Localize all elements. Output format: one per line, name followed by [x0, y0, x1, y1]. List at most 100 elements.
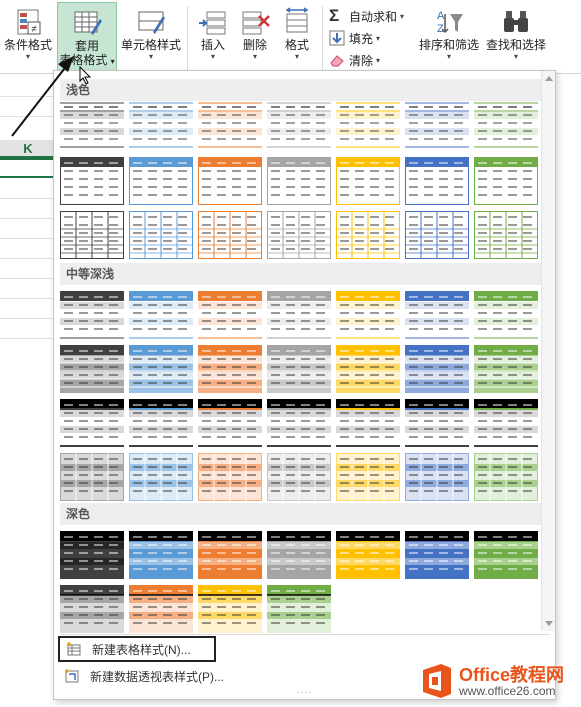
table-style-light-11[interactable] — [267, 157, 331, 205]
table-format-label-top: 套用 — [74, 39, 99, 53]
scroll-down-icon[interactable] — [545, 621, 553, 626]
chevron-down-icon: ▾ — [376, 33, 381, 43]
watermark-url: www.office26.com — [459, 684, 556, 698]
table-style-light-6[interactable] — [405, 101, 469, 149]
table-format-icon — [74, 11, 102, 35]
table-style-light-7[interactable] — [474, 101, 538, 149]
table-style-light-4[interactable] — [267, 101, 331, 149]
table-style-medium-8[interactable] — [60, 345, 124, 393]
table-style-medium-22[interactable] — [60, 453, 124, 501]
table-style-medium-25[interactable] — [267, 453, 331, 501]
table-style-dark-9[interactable] — [129, 585, 193, 633]
divider — [322, 6, 323, 70]
table-style-dark-3[interactable] — [198, 531, 262, 579]
conditional-format-icon: ≠ — [17, 9, 41, 35]
sort-filter-icon: A Z — [437, 10, 463, 35]
insert-cells-button[interactable]: 插入 ▾ — [194, 2, 232, 72]
table-style-medium-15[interactable] — [60, 399, 124, 447]
table-format-button[interactable]: 套用 表格格式 ▾ — [57, 2, 117, 72]
table-style-light-13[interactable] — [405, 157, 469, 205]
table-style-light-12[interactable] — [336, 157, 400, 205]
table-style-light-20[interactable] — [405, 211, 469, 259]
table-style-medium-17[interactable] — [198, 399, 262, 447]
cell-styles-button[interactable]: 单元格样式 ▾ — [119, 2, 183, 72]
table-style-light-14[interactable] — [474, 157, 538, 205]
autosum-label: 自动求和 — [349, 9, 398, 24]
chevron-down-icon: ▾ — [210, 52, 215, 61]
insert-label: 插入 — [200, 38, 225, 52]
table-style-medium-20[interactable] — [405, 399, 469, 447]
table-style-dark-4[interactable] — [267, 531, 331, 579]
table-style-medium-27[interactable] — [405, 453, 469, 501]
table-style-light-10[interactable] — [198, 157, 262, 205]
table-style-light-2[interactable] — [129, 101, 193, 149]
table-style-medium-16[interactable] — [129, 399, 193, 447]
table-style-light-8[interactable] — [60, 157, 124, 205]
table-style-dark-11[interactable] — [267, 585, 331, 633]
table-style-light-1[interactable] — [60, 101, 124, 149]
table-style-dark-8[interactable] — [60, 585, 124, 633]
table-style-light-18[interactable] — [267, 211, 331, 259]
table-style-dark-1[interactable] — [60, 531, 124, 579]
section-header-light: 浅色 — [60, 79, 541, 101]
table-style-medium-19[interactable] — [336, 399, 400, 447]
table-style-light-16[interactable] — [129, 211, 193, 259]
resize-grip-icon[interactable]: .... — [297, 685, 312, 696]
row-gridline — [0, 218, 56, 219]
fill-button[interactable]: 填充 ▾ — [329, 28, 380, 48]
table-style-medium-4[interactable] — [267, 291, 331, 339]
table-style-medium-2[interactable] — [129, 291, 193, 339]
format-cells-button[interactable]: 格式 ▾ — [278, 2, 316, 72]
table-style-light-17[interactable] — [198, 211, 262, 259]
cell-styles-label: 单元格样式 — [120, 38, 181, 52]
column-header-k[interactable]: K — [0, 140, 56, 158]
scroll-up-icon[interactable] — [545, 76, 553, 81]
table-style-medium-18[interactable] — [267, 399, 331, 447]
table-style-medium-3[interactable] — [198, 291, 262, 339]
table-style-medium-9[interactable] — [129, 345, 193, 393]
eraser-icon — [330, 55, 344, 67]
table-style-dark-2[interactable] — [129, 531, 193, 579]
format-cells-icon — [285, 7, 309, 33]
table-style-medium-23[interactable] — [129, 453, 193, 501]
table-style-light-3[interactable] — [198, 101, 262, 149]
row-gridline — [0, 116, 56, 117]
table-style-medium-10[interactable] — [198, 345, 262, 393]
table-style-medium-6[interactable] — [405, 291, 469, 339]
sigma-icon: Σ — [329, 6, 340, 25]
table-style-dark-10[interactable] — [198, 585, 262, 633]
conditional-format-button[interactable]: ≠ 条件格式 ▾ — [0, 2, 56, 72]
new-table-style-menu-item[interactable]: 新建表格样式(N)... — [58, 636, 216, 662]
svg-text:A: A — [437, 10, 445, 22]
table-style-medium-1[interactable] — [60, 291, 124, 339]
gallery-scrollbar[interactable] — [541, 71, 555, 631]
table-style-medium-5[interactable] — [336, 291, 400, 339]
table-style-dark-5[interactable] — [336, 531, 400, 579]
selected-cell[interactable] — [0, 158, 56, 178]
table-style-light-9[interactable] — [129, 157, 193, 205]
table-style-light-5[interactable] — [336, 101, 400, 149]
table-style-medium-24[interactable] — [198, 453, 262, 501]
sort-filter-label: 排序和筛选 — [418, 38, 479, 52]
table-style-dark-6[interactable] — [405, 531, 469, 579]
clear-button[interactable]: 清除 ▾ — [329, 50, 380, 70]
table-style-light-21[interactable] — [474, 211, 538, 259]
table-style-medium-14[interactable] — [474, 345, 538, 393]
row-gridline — [0, 278, 56, 279]
table-style-light-19[interactable] — [336, 211, 400, 259]
table-style-dark-7[interactable] — [474, 531, 538, 579]
table-style-medium-7[interactable] — [474, 291, 538, 339]
table-style-medium-26[interactable] — [336, 453, 400, 501]
table-style-light-15[interactable] — [60, 211, 124, 259]
delete-cells-button[interactable]: 删除 ▾ — [236, 2, 274, 72]
table-style-medium-21[interactable] — [474, 399, 538, 447]
table-style-medium-12[interactable] — [336, 345, 400, 393]
autosum-button[interactable]: Σ 自动求和 ▾ — [329, 6, 404, 26]
chevron-down-icon: ▾ — [294, 52, 299, 61]
table-style-medium-28[interactable] — [474, 453, 538, 501]
table-style-medium-11[interactable] — [267, 345, 331, 393]
find-select-button[interactable]: 查找和选择 ▾ — [483, 2, 549, 72]
sort-filter-button[interactable]: A Z 排序和筛选 ▾ — [417, 2, 481, 72]
new-pivot-style-label: 新建数据透视表样式(P)... — [90, 669, 224, 684]
table-style-medium-13[interactable] — [405, 345, 469, 393]
